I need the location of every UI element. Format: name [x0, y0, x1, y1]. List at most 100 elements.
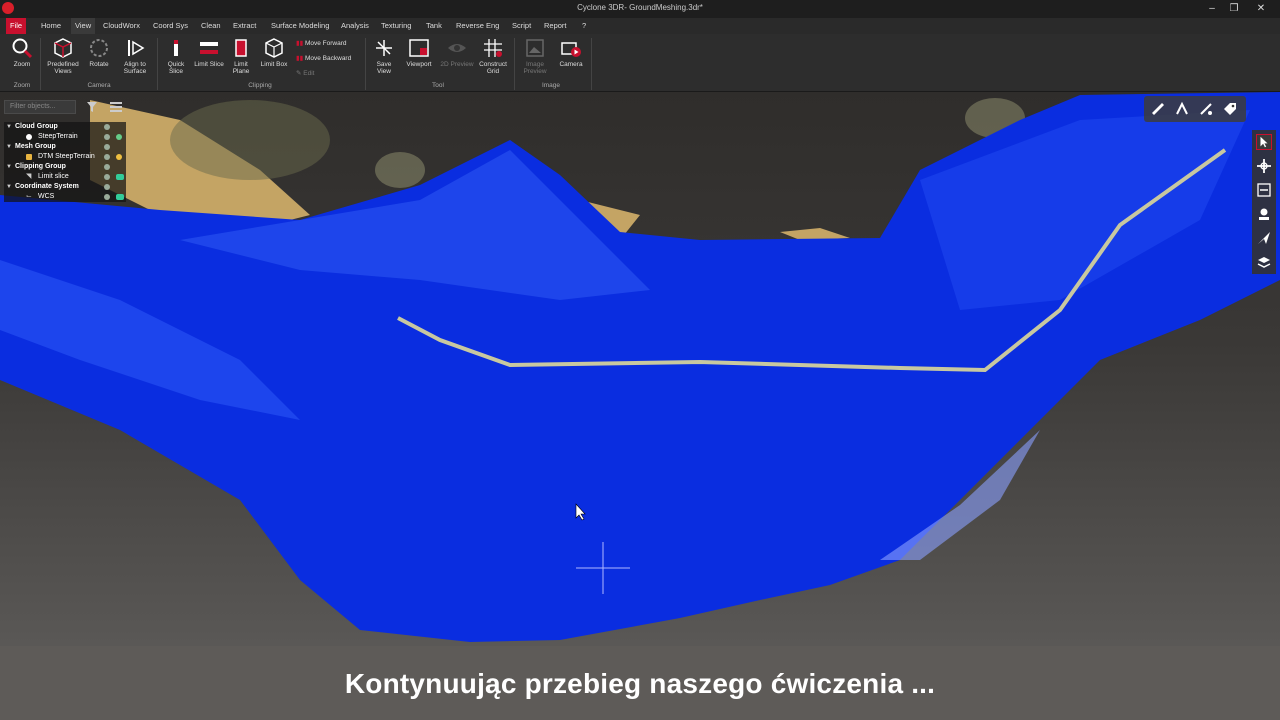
tree-item-label: SteepTerrain	[38, 133, 78, 140]
image-preview-button[interactable]: Image Preview	[518, 37, 552, 75]
edit-label: Edit	[303, 70, 315, 77]
3d-viewport[interactable]	[0, 92, 1280, 646]
slice-icon: ◥	[26, 173, 32, 180]
align-to-surface-button[interactable]: Align to Surface	[118, 37, 152, 75]
visibility-icon[interactable]	[104, 164, 110, 170]
viewport-button[interactable]: Viewport	[402, 37, 436, 68]
menu-cloudworx[interactable]: CloudWorx	[99, 18, 144, 34]
distance-measure-icon[interactable]	[1198, 101, 1214, 117]
construct-grid-label: Construct Grid	[479, 61, 507, 75]
move-backward-label: Move Backward	[304, 55, 352, 62]
group-camera-label: Camera	[87, 82, 111, 89]
menu-report[interactable]: Report	[540, 18, 571, 34]
camera-label: Camera	[559, 61, 583, 68]
ribbon-separator	[365, 38, 366, 90]
move-forward-icon: ▮▮	[296, 40, 304, 47]
visibility-icon[interactable]	[104, 174, 110, 180]
predefined-views-label: Predefined Views	[47, 61, 79, 75]
limit-box-button[interactable]: Limit Box	[258, 37, 290, 68]
limit-slice-button[interactable]: Limit Slice	[193, 37, 225, 68]
object-tree: ▼ Cloud Group SteepTerrain ▼ Mesh Group …	[4, 122, 126, 202]
save-view-button[interactable]: Save View	[370, 37, 398, 75]
toggle-icon[interactable]	[116, 194, 124, 200]
expand-icon[interactable]: ▼	[6, 182, 12, 192]
visibility-icon[interactable]	[104, 194, 110, 200]
ruler-icon[interactable]	[1150, 101, 1166, 117]
menu-reverse-eng[interactable]: Reverse Eng	[452, 18, 503, 34]
menu-tank[interactable]: Tank	[422, 18, 446, 34]
label-tag-icon[interactable]	[1222, 101, 1238, 117]
visibility-icon[interactable]	[104, 184, 110, 190]
save-view-label: Save View	[376, 61, 392, 75]
filter-input[interactable]: Filter objects...	[4, 100, 76, 114]
group-zoom-label: Zoom	[13, 82, 31, 89]
hamburger-menu-icon[interactable]	[108, 100, 124, 114]
menu-extract[interactable]: Extract	[229, 18, 260, 34]
limit-plane-button[interactable]: Limit Plane	[228, 37, 254, 75]
visibility-icon[interactable]	[104, 124, 110, 130]
tree-item-limit-slice[interactable]: ◥ Limit slice	[4, 172, 126, 182]
menu-script[interactable]: Script	[508, 18, 535, 34]
menu-view[interactable]: View	[71, 18, 96, 34]
cube-icon	[54, 38, 72, 58]
minimize-button[interactable]: –	[1201, 0, 1223, 18]
tree-item-cloud-group[interactable]: ▼ Cloud Group	[4, 122, 126, 132]
select-pointer-icon[interactable]	[1256, 134, 1272, 150]
group-clipping-label: Clipping	[248, 82, 272, 89]
color-icon[interactable]	[116, 134, 122, 140]
zoom-button[interactable]: Zoom	[8, 37, 36, 68]
menu-coord-sys[interactable]: Coord Sys	[149, 18, 192, 34]
menu-analysis[interactable]: Analysis	[337, 18, 373, 34]
visibility-icon[interactable]	[104, 134, 110, 140]
vegetation	[375, 152, 425, 188]
tree-item-wcs[interactable]: ⌙ WCS	[4, 192, 126, 202]
menu-help[interactable]: ?	[578, 18, 590, 34]
construct-grid-button[interactable]: Construct Grid	[476, 37, 510, 75]
group-tool-label: Tool	[432, 82, 444, 89]
send-arrow-icon[interactable]	[1256, 230, 1272, 246]
viewport-icon	[409, 39, 429, 57]
move-backward-button[interactable]: ▮▮ Move Backward	[296, 53, 351, 64]
camera-person-icon[interactable]	[1256, 206, 1272, 222]
menu-home[interactable]: Home	[37, 18, 65, 34]
tree-item-mesh-group[interactable]: ▼ Mesh Group	[4, 142, 126, 152]
limit-box-icon	[265, 38, 283, 58]
tree-item-clipping-group[interactable]: ▼ Clipping Group	[4, 162, 126, 172]
move-forward-button[interactable]: ▮▮ Move Forward	[296, 38, 347, 49]
rotate-button[interactable]: Rotate	[86, 37, 112, 68]
tree-item-steepterrain[interactable]: SteepTerrain	[4, 132, 126, 142]
menu-texturing[interactable]: Texturing	[377, 18, 415, 34]
filter-icon[interactable]	[86, 101, 98, 113]
expand-icon[interactable]: ▼	[6, 162, 12, 172]
tree-item-label: Cloud Group	[15, 123, 58, 130]
restore-button[interactable]: ❐	[1223, 0, 1245, 18]
video-subtitle: Kontynuując przebieg naszego ćwiczenia .…	[344, 668, 936, 699]
pan-icon[interactable]	[1256, 158, 1272, 174]
tree-item-dtm-steepterrain[interactable]: DTM SteepTerrain	[4, 152, 126, 162]
expand-icon[interactable]: ▼	[6, 122, 12, 132]
visibility-icon[interactable]	[104, 144, 110, 150]
edit-button[interactable]: ✎ Edit	[296, 68, 314, 79]
eye-icon	[448, 44, 466, 52]
close-button[interactable]: ✕	[1250, 0, 1272, 18]
predefined-views-button[interactable]: Predefined Views	[44, 37, 82, 75]
camera-button[interactable]: Camera	[556, 37, 586, 68]
ribbon-separator	[591, 38, 592, 90]
expand-icon[interactable]: ▼	[6, 142, 12, 152]
2d-preview-label: 2D Preview	[440, 61, 474, 68]
color-icon[interactable]	[116, 154, 122, 160]
menu-surface-modeling[interactable]: Surface Modeling	[267, 18, 333, 34]
angle-measure-icon[interactable]	[1174, 101, 1190, 117]
visibility-icon[interactable]	[104, 154, 110, 160]
fit-view-icon[interactable]	[1256, 182, 1272, 198]
menu-clean[interactable]: Clean	[197, 18, 225, 34]
tree-item-coordinate-system[interactable]: ▼ Coordinate System	[4, 182, 126, 192]
vegetation	[170, 100, 330, 180]
menu-file[interactable]: File	[6, 18, 27, 34]
layers-icon[interactable]	[1256, 254, 1272, 270]
toggle-icon[interactable]	[116, 174, 124, 180]
tree-item-label: DTM SteepTerrain	[38, 153, 95, 160]
quick-slice-button[interactable]: Quick Slice	[162, 37, 190, 75]
align-to-surface-label: Align to Surface	[123, 61, 147, 75]
2d-preview-button[interactable]: 2D Preview	[438, 37, 476, 68]
